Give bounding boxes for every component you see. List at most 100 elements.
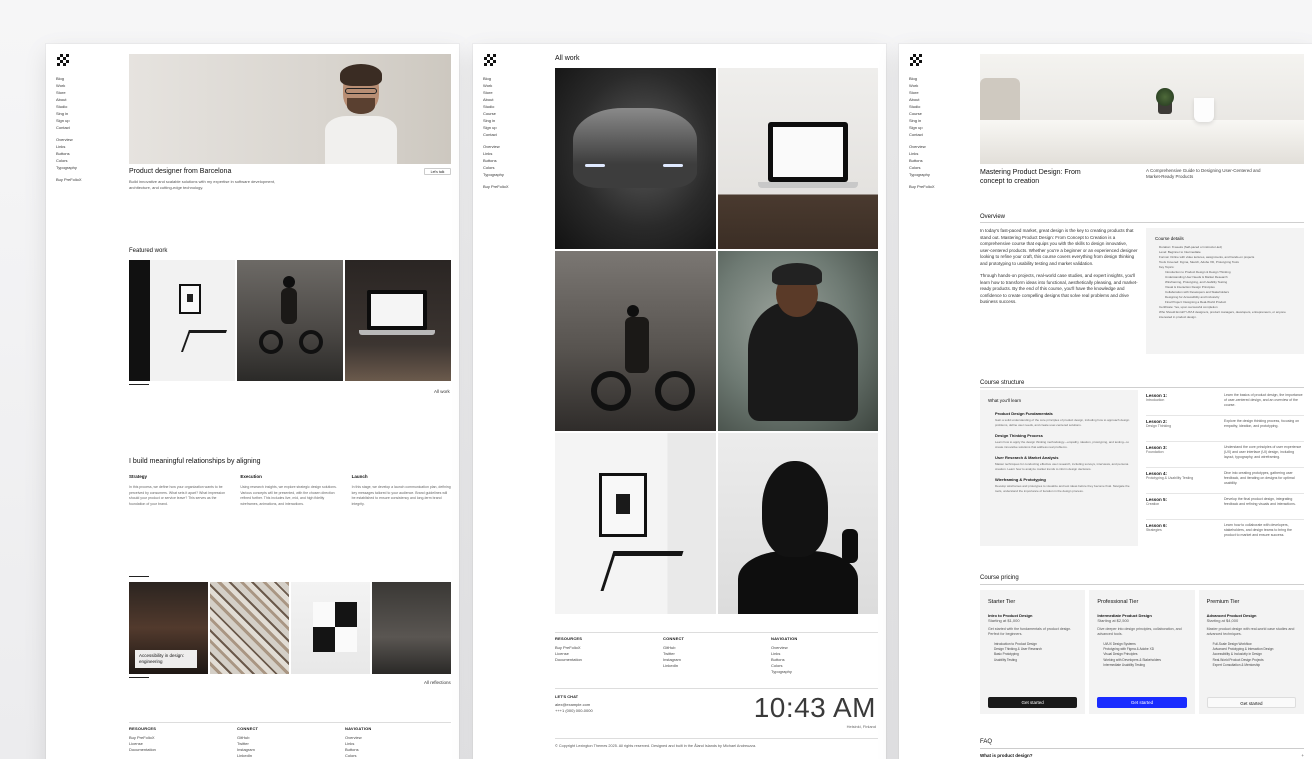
nav-item-colors[interactable]: Colors <box>483 164 543 171</box>
work-image-laptop[interactable] <box>717 68 878 249</box>
brand-logo[interactable] <box>910 54 922 66</box>
nav-item-typography[interactable]: Typography <box>483 171 543 178</box>
expand-icon[interactable]: + <box>1301 753 1304 758</box>
process-columns: Strategy In this process, we define how … <box>129 474 451 507</box>
nav-item-course[interactable]: Course <box>483 110 543 117</box>
nav-item-blog[interactable]: Blog <box>909 75 969 82</box>
nav-item-contact[interactable]: Contact <box>56 124 116 131</box>
nav-item-studio[interactable]: Studio <box>909 103 969 110</box>
get-started-button[interactable]: Get started <box>988 697 1078 708</box>
brand-logo[interactable] <box>484 54 496 66</box>
learning-outcomes-card: What you'll learn Product Design Fundame… <box>980 390 1138 546</box>
footer-link[interactable]: Documentation <box>129 747 237 753</box>
featured-image-interior[interactable] <box>129 260 235 381</box>
nav-item-work[interactable]: Work <box>56 82 116 89</box>
reflection-image-portrait[interactable]: Accessibility in design: engineering <box>129 582 208 674</box>
get-started-button[interactable]: Get started <box>1097 697 1187 708</box>
nav-item-overview[interactable]: Overview <box>909 143 969 150</box>
hero-description: Build innovative and scalable solutions … <box>129 179 276 190</box>
nav-item-buy[interactable]: Buy PreFolioX <box>56 176 116 183</box>
lets-talk-button[interactable]: Let's talk <box>424 168 451 175</box>
nav-item-work[interactable]: Work <box>483 82 543 89</box>
nav-item-typography[interactable]: Typography <box>909 171 969 178</box>
nav-item-overview[interactable]: Overview <box>56 136 116 143</box>
all-work-link[interactable]: All work <box>434 389 450 394</box>
nav-item-store[interactable]: Store <box>56 89 116 96</box>
nav-item-links[interactable]: Links <box>483 150 543 157</box>
reflection-image-studio[interactable] <box>372 582 451 674</box>
nav-item-store[interactable]: Store <box>483 89 543 96</box>
phone-link[interactable]: +++1 (000) 000-0000 <box>555 708 593 714</box>
reflection-caption[interactable]: Accessibility in design: engineering <box>135 650 197 668</box>
reflection-image-cube[interactable] <box>291 582 370 674</box>
nav-item-colors[interactable]: Colors <box>56 157 116 164</box>
featured-image-motorcycle[interactable] <box>237 260 343 381</box>
work-image-car[interactable] <box>555 68 716 249</box>
footer-link[interactable]: LinkedIn <box>237 753 345 759</box>
footer-link[interactable]: LinkedIn <box>663 663 771 669</box>
get-started-button[interactable]: Get started <box>1206 697 1296 708</box>
nav-item-blog[interactable]: Blog <box>483 75 543 82</box>
nav-item-about[interactable]: About <box>56 96 116 103</box>
footer-heading: CONNECT <box>663 636 685 641</box>
nav-item-sign-in[interactable]: Sing in <box>56 110 116 117</box>
nav-item-sign-up[interactable]: Sign up <box>483 124 543 131</box>
nav-item-overview[interactable]: Overview <box>483 143 543 150</box>
nav-item-sign-in[interactable]: Sing in <box>483 117 543 124</box>
footer-link[interactable]: Colors <box>345 753 453 759</box>
nav-item-studio[interactable]: Studio <box>483 103 543 110</box>
nav-item-buttons[interactable]: Buttons <box>909 157 969 164</box>
footer-navigation: NAVIGATION Overview Links Buttons Colors <box>345 726 453 759</box>
nav-item-blog[interactable]: Blog <box>56 75 116 82</box>
footer-link[interactable]: Documentation <box>555 657 663 663</box>
brand-logo[interactable] <box>57 54 69 66</box>
local-time-clock: 10:43 AM <box>753 692 876 723</box>
work-image-motorcycle[interactable] <box>555 250 716 432</box>
nav-item-studio[interactable]: Studio <box>56 103 116 110</box>
overview-title: Overview <box>980 214 1006 220</box>
nav-item-buy[interactable]: Buy PreFolioX <box>909 183 969 190</box>
learn-item: User Research & Market Analysis Master t… <box>988 455 1130 471</box>
footer-connect: CONNECT GitHub Twitter Instagram LinkedI… <box>663 636 771 675</box>
work-image-cyclist[interactable] <box>717 250 878 432</box>
tier-feature: Usability Testing <box>994 657 1017 662</box>
learn-title: What you'll learn <box>988 398 1022 403</box>
nav-item-contact[interactable]: Contact <box>483 131 543 138</box>
reflection-image-painting[interactable] <box>210 582 289 674</box>
lesson-description: Dive into creating prototypes, gathering… <box>1224 471 1295 485</box>
nav-item-colors[interactable]: Colors <box>909 164 969 171</box>
nav-item-buttons[interactable]: Buttons <box>56 150 116 157</box>
learn-item-body: Learn how to apply the design thinking m… <box>995 440 1130 449</box>
nav-item-links[interactable]: Links <box>909 150 969 157</box>
portrait-figure <box>325 64 397 164</box>
faq-item[interactable]: What is product design? + <box>980 748 1304 759</box>
featured-image-laptop[interactable] <box>345 260 451 381</box>
nav-item-sign-up[interactable]: Sign up <box>56 117 116 124</box>
all-reflections-link[interactable]: All reflections <box>424 680 451 685</box>
lesson-row: Lesson 4: Prototyping & Usability Testing… <box>1146 468 1304 494</box>
nav-item-about[interactable]: About <box>909 96 969 103</box>
nav-item-typography[interactable]: Typography <box>56 164 116 171</box>
tier-price: Starting at $2,500 <box>1097 618 1129 623</box>
nav-item-buy[interactable]: Buy PreFolioX <box>483 183 543 190</box>
nav-item-work[interactable]: Work <box>909 82 969 89</box>
hero-portrait-image <box>129 54 451 164</box>
nav-item-sign-up[interactable]: Sign up <box>909 124 969 131</box>
chat-heading: LET'S CHAT <box>555 694 579 699</box>
featured-work-grid <box>129 260 451 381</box>
work-image-mask[interactable] <box>717 433 878 614</box>
lesson-description: Explore the design thinking process, foc… <box>1224 419 1300 428</box>
footer-link[interactable]: Typography <box>771 669 879 675</box>
lesson-name: Strategies <box>1146 528 1162 532</box>
nav-item-sign-in[interactable]: Sing in <box>909 117 969 124</box>
nav-item-buttons[interactable]: Buttons <box>483 157 543 164</box>
nav-item-store[interactable]: Store <box>909 89 969 96</box>
lesson-description: Understand the core principles of user e… <box>1224 445 1302 459</box>
work-image-interior[interactable] <box>555 433 716 614</box>
nav-item-course[interactable]: Course <box>909 110 969 117</box>
footer-divider <box>555 738 878 739</box>
all-work-page-panel: Blog Work Store About Studio Course Sing… <box>473 44 886 759</box>
nav-item-about[interactable]: About <box>483 96 543 103</box>
nav-item-contact[interactable]: Contact <box>909 131 969 138</box>
nav-item-links[interactable]: Links <box>56 143 116 150</box>
